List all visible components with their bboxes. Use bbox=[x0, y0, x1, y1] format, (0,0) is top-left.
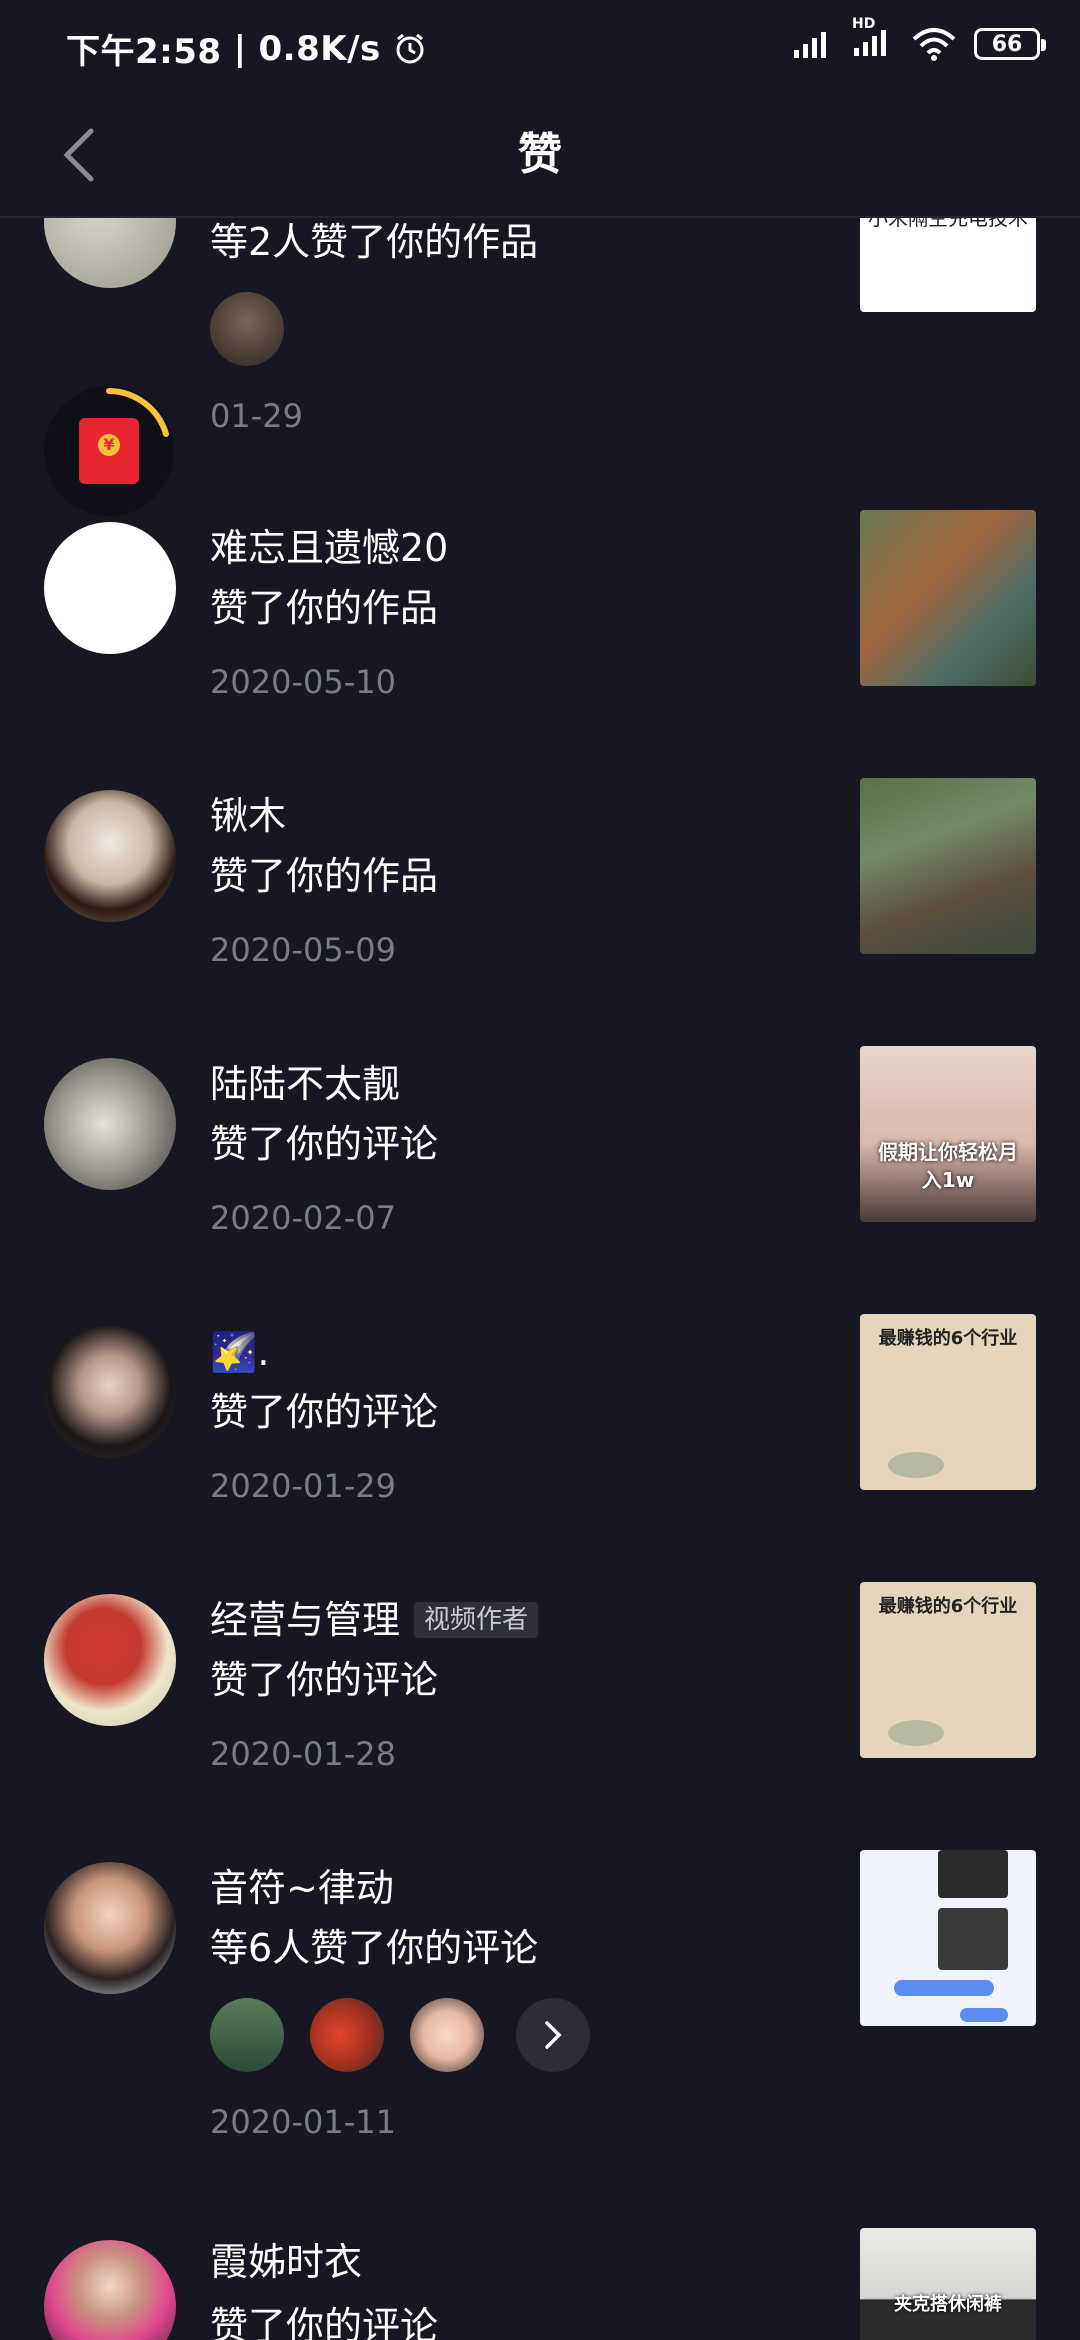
timestamp: 01-29 bbox=[210, 397, 303, 435]
list-item[interactable]: 霞姊时衣 赞了你的评论 夹克搭休闲裤 bbox=[0, 2228, 1080, 2340]
like-action-text: 赞了你的作品 bbox=[210, 854, 439, 898]
list-item[interactable]: 锹木 赞了你的作品 2020-05-09 bbox=[0, 778, 1080, 1050]
like-action-text: 赞了你的评论 bbox=[210, 2304, 439, 2340]
list-item[interactable]: 陆陆不太靓 赞了你的评论 2020-02-07 假期让你轻松月入1w bbox=[0, 1046, 1080, 1318]
hd-signal-icon: HD bbox=[852, 16, 894, 62]
status-left: 下午2:58 | 0.8K/s bbox=[66, 24, 427, 73]
red-packet-icon: ¥ bbox=[79, 418, 139, 484]
work-thumbnail[interactable]: 最赚钱的6个行业 bbox=[860, 1582, 1036, 1758]
user-name: 🌠. bbox=[210, 1330, 270, 1374]
like-action-text: 等2人赞了你的作品 bbox=[210, 220, 539, 264]
author-badge: 视频作者 bbox=[414, 1602, 539, 1638]
list-item[interactable]: 难忘且遗憾20 赞了你的作品 2020-05-10 bbox=[0, 510, 1080, 782]
work-thumbnail[interactable] bbox=[860, 778, 1036, 954]
header: 赞 bbox=[0, 96, 1080, 218]
timestamp: 2020-02-07 bbox=[210, 1199, 396, 1237]
red-packet-widget[interactable]: ¥ bbox=[44, 386, 174, 516]
work-thumbnail[interactable]: 最赚钱的6个行业 bbox=[860, 1314, 1036, 1490]
work-thumbnail[interactable] bbox=[860, 510, 1036, 686]
like-action-text: 等6人赞了你的评论 bbox=[210, 1926, 539, 1970]
chevron-right-icon bbox=[545, 2021, 562, 2049]
list-item[interactable]: 音符~律动 等6人赞了你的评论 2020-01-11 bbox=[0, 1850, 1080, 2232]
avatar[interactable] bbox=[44, 1594, 176, 1726]
avatar[interactable] bbox=[44, 1058, 176, 1190]
list-item[interactable]: 经营与管理 视频作者 赞了你的评论 2020-01-28 最赚钱的6个行业 bbox=[0, 1582, 1080, 1854]
avatar[interactable] bbox=[44, 1326, 176, 1458]
liker-avatar[interactable] bbox=[310, 1998, 384, 2072]
like-notification-list: 等2人赞了你的作品 01-29 小米隔空充电技术 ¥ 难忘且遗憾20 赞了你的作… bbox=[0, 216, 1080, 2340]
work-thumbnail[interactable] bbox=[860, 1850, 1036, 2026]
user-name: 音符~律动 bbox=[210, 1866, 394, 1910]
timestamp: 2020-05-09 bbox=[210, 931, 396, 969]
avatar[interactable] bbox=[44, 2240, 176, 2340]
wifi-icon bbox=[912, 28, 956, 61]
network-speed: 0.8K/s bbox=[258, 28, 381, 69]
like-action-text: 赞了你的评论 bbox=[210, 1390, 439, 1434]
timestamp: 2020-01-28 bbox=[210, 1735, 396, 1773]
work-thumbnail[interactable]: 假期让你轻松月入1w bbox=[860, 1046, 1036, 1222]
avatar[interactable] bbox=[44, 216, 176, 288]
status-right: HD 66 bbox=[792, 16, 1046, 62]
user-name: 难忘且遗憾20 bbox=[210, 526, 449, 570]
like-action-text: 赞了你的评论 bbox=[210, 1658, 439, 1702]
liker-avatar[interactable] bbox=[410, 1998, 484, 2072]
timestamp: 2020-05-10 bbox=[210, 663, 396, 701]
user-name: 陆陆不太靓 bbox=[210, 1062, 401, 1106]
timestamp: 2020-01-11 bbox=[210, 2103, 396, 2141]
status-bar: 下午2:58 | 0.8K/s HD 66 bbox=[0, 0, 1080, 96]
work-thumbnail[interactable]: 小米隔空充电技术 bbox=[860, 216, 1036, 312]
liker-avatar[interactable] bbox=[210, 292, 284, 366]
liker-avatar[interactable] bbox=[210, 1998, 284, 2072]
avatar[interactable] bbox=[44, 790, 176, 922]
page-title: 赞 bbox=[518, 129, 562, 180]
avatar[interactable] bbox=[44, 522, 176, 654]
signal-icon bbox=[794, 32, 826, 58]
like-action-text: 赞了你的作品 bbox=[210, 586, 439, 630]
more-likers-button[interactable] bbox=[516, 1998, 590, 2072]
battery-icon: 66 bbox=[974, 28, 1046, 60]
timestamp: 2020-01-29 bbox=[210, 1467, 396, 1505]
alarm-icon bbox=[396, 33, 424, 63]
list-item[interactable]: 🌠. 赞了你的评论 2020-01-29 最赚钱的6个行业 bbox=[0, 1314, 1080, 1586]
user-name: 霞姊时衣 bbox=[210, 2240, 363, 2284]
work-thumbnail[interactable]: 夹克搭休闲裤 bbox=[860, 2228, 1036, 2340]
status-time: 下午2:58 bbox=[66, 32, 222, 72]
avatar[interactable] bbox=[44, 1862, 176, 1994]
user-name: 锹木 bbox=[210, 794, 287, 838]
user-name: 经营与管理 视频作者 bbox=[210, 1594, 539, 1646]
like-action-text: 赞了你的评论 bbox=[210, 1122, 439, 1166]
